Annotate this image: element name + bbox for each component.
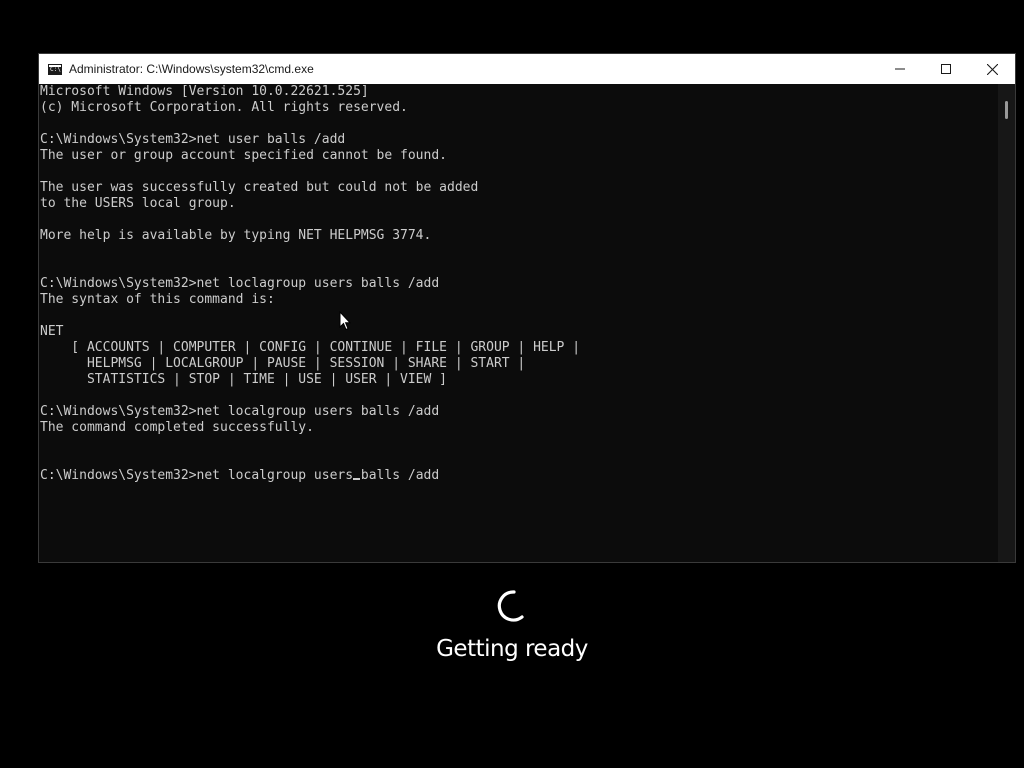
console-line: to the USERS local group. xyxy=(40,196,236,211)
console-line: C:\Windows\System32>net user balls /add xyxy=(40,132,346,147)
close-button[interactable] xyxy=(969,54,1015,84)
text-caret xyxy=(353,478,361,480)
console-line: The user was successfully created but co… xyxy=(40,180,479,195)
window-controls xyxy=(877,54,1015,84)
title-bar[interactable]: Administrator: C:\Windows\system32\cmd.e… xyxy=(39,54,1015,84)
console-line: More help is available by typing NET HEL… xyxy=(40,228,432,243)
vertical-scrollbar[interactable] xyxy=(998,84,1015,562)
console-line: [ ACCOUNTS | COMPUTER | CONFIG | CONTINU… xyxy=(40,340,581,355)
cmd-window[interactable]: Administrator: C:\Windows\system32\cmd.e… xyxy=(38,53,1016,563)
cmd-icon xyxy=(48,63,62,75)
getting-ready-text: Getting ready xyxy=(436,636,588,662)
console-line: C:\Windows\System32>net loclagroup users… xyxy=(40,276,440,291)
console-line: STATISTICS | STOP | TIME | USE | USER | … xyxy=(40,372,447,387)
console-line: HELPMSG | LOCALGROUP | PAUSE | SESSION |… xyxy=(40,356,526,371)
mouse-pointer-icon xyxy=(339,311,351,331)
console-line: NET xyxy=(40,324,64,339)
close-icon xyxy=(986,63,998,75)
minimize-icon xyxy=(895,68,905,70)
scrollbar-thumb[interactable] xyxy=(1005,101,1008,119)
console-line: The user or group account specified cann… xyxy=(40,148,447,163)
console-line: (c) Microsoft Corporation. All rights re… xyxy=(40,100,408,115)
console-prompt-line[interactable]: C:\Windows\System32>net localgroup users… xyxy=(39,468,999,484)
console-line: The syntax of this command is: xyxy=(40,292,275,307)
screen: Administrator: C:\Windows\system32\cmd.e… xyxy=(0,0,1024,768)
getting-ready-overlay: Getting ready xyxy=(0,586,1024,662)
window-title: Administrator: C:\Windows\system32\cmd.e… xyxy=(69,62,314,76)
console-text: Microsoft Windows [Version 10.0.22621.52… xyxy=(39,84,999,468)
prompt-text-before-caret: C:\Windows\System32>net localgroup users xyxy=(40,468,354,483)
maximize-button[interactable] xyxy=(923,54,969,84)
console-line: The command completed successfully. xyxy=(40,420,314,435)
prompt-text-after-caret: balls /add xyxy=(353,468,440,483)
console-line: Microsoft Windows [Version 10.0.22621.52… xyxy=(40,84,369,99)
console-line: C:\Windows\System32>net localgroup users… xyxy=(40,404,440,419)
maximize-icon xyxy=(941,64,951,74)
console-output[interactable]: Microsoft Windows [Version 10.0.22621.52… xyxy=(39,84,999,562)
loading-spinner-icon xyxy=(497,590,524,622)
minimize-button[interactable] xyxy=(877,54,923,84)
